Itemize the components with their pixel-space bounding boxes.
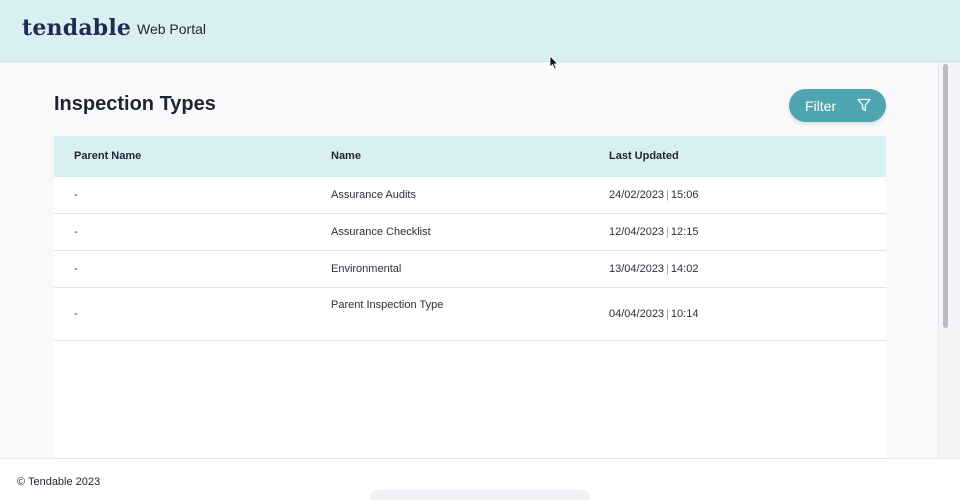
time-text: 15:06 — [670, 189, 699, 201]
web-portal-label: Web Portal — [137, 21, 206, 37]
parent-name-cell: - — [74, 263, 78, 275]
column-header-last-updated[interactable]: Last Updated — [609, 150, 679, 162]
name-cell: Parent Inspection Type — [331, 299, 444, 311]
last-updated-cell: 04/04/2023 | 10:14 — [609, 308, 698, 320]
date-time-separator: | — [666, 226, 669, 238]
date-text: 24/02/2023 — [609, 189, 665, 201]
bottom-overlay — [370, 490, 590, 500]
inspection-types-table: Parent Name Name Last Updated - Assuranc… — [54, 136, 886, 458]
copyright-text: © Tendable 2023 — [17, 476, 101, 488]
time-text: 14:02 — [670, 263, 699, 275]
vertical-scrollbar[interactable] — [938, 62, 960, 458]
tendable-logo[interactable]: tendable — [22, 15, 131, 41]
page-title: Inspection Types — [54, 93, 216, 115]
time-text: 12:15 — [670, 226, 699, 238]
last-updated-cell: 24/02/2023 | 15:06 — [609, 189, 698, 201]
parent-name-cell: - — [74, 226, 78, 238]
top-bar: tendable Web Portal — [0, 0, 960, 62]
table-row[interactable]: - Assurance Audits 24/02/2023 | 15:06 — [54, 177, 886, 214]
date-time-separator: | — [666, 308, 669, 320]
main-content: Inspection Types Filter Parent Name Name… — [0, 62, 938, 458]
date-text: 12/04/2023 — [609, 226, 665, 238]
name-cell: Assurance Checklist — [331, 226, 431, 238]
column-header-name[interactable]: Name — [331, 150, 361, 162]
name-cell: Environmental — [331, 263, 402, 275]
date-time-separator: | — [666, 189, 669, 201]
table-header: Parent Name Name Last Updated — [54, 136, 886, 177]
table-row[interactable]: - Parent Inspection Type 04/04/2023 | 10:1… — [54, 288, 886, 341]
date-text: 04/04/2023 — [609, 308, 665, 320]
name-cell: Assurance Audits — [331, 189, 416, 201]
funnel-icon — [857, 98, 871, 112]
filter-button[interactable]: Filter — [789, 89, 886, 122]
date-text: 13/04/2023 — [609, 263, 665, 275]
last-updated-cell: 12/04/2023 | 12:15 — [609, 226, 698, 238]
column-header-parent-name[interactable]: Parent Name — [74, 150, 141, 162]
last-updated-cell: 13/04/2023 | 14:02 — [609, 263, 698, 275]
table-row[interactable]: - Assurance Checklist 12/04/2023 | 12:15 — [54, 214, 886, 251]
parent-name-cell: - — [74, 308, 78, 320]
date-time-separator: | — [666, 263, 669, 275]
time-text: 10:14 — [670, 308, 699, 320]
scrollbar-thumb[interactable] — [943, 64, 948, 328]
parent-name-cell: - — [74, 189, 78, 201]
table-row[interactable]: - Environmental 13/04/2023 | 14:02 — [54, 251, 886, 288]
filter-button-label: Filter — [805, 97, 837, 114]
